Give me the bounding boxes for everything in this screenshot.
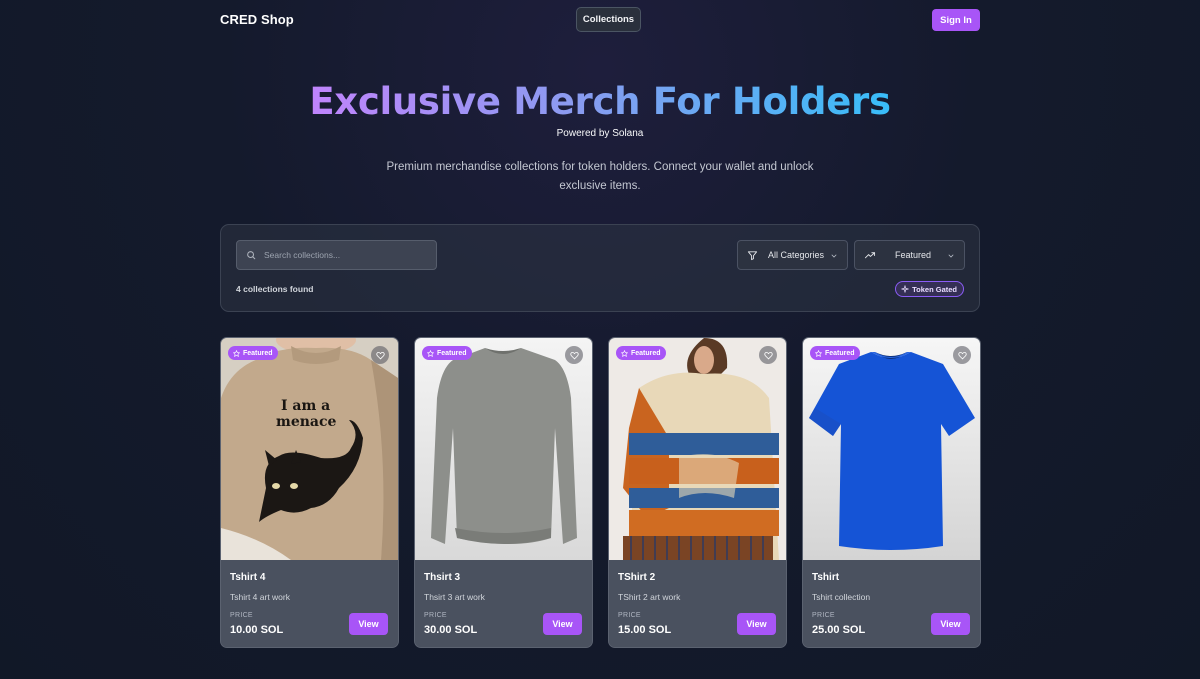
price-value: 10.00 SOL — [230, 624, 284, 636]
category-select[interactable]: All Categories — [737, 240, 848, 270]
results-count: 4 collections found — [236, 284, 314, 294]
price-label: PRICE — [424, 612, 447, 619]
view-button[interactable]: View — [931, 613, 970, 635]
collection-card[interactable]: Featured Thsirt 3 Thsirt 3 art work PRIC… — [414, 337, 593, 648]
chevron-down-icon — [831, 254, 837, 258]
collection-card[interactable]: I am a menace Featured Tshirt 4 Tshirt 4… — [220, 337, 399, 648]
sparkle-icon — [901, 285, 909, 293]
category-select-value: All Categories — [768, 250, 825, 260]
top-nav: CRED Shop Collections Sign In — [220, 0, 980, 40]
heart-icon — [569, 351, 579, 359]
card-body: Thsirt 3 Thsirt 3 art work PRICE 30.00 S… — [415, 560, 592, 647]
trending-up-icon — [864, 252, 876, 259]
collection-card[interactable]: Featured TShirt 2 TShirt 2 art work PRIC… — [608, 337, 787, 648]
card-description: TShirt 2 art work — [618, 592, 681, 602]
hero-title: Exclusive Merch For Holders — [309, 80, 891, 123]
favorite-button[interactable] — [953, 346, 971, 364]
sweater-print-text: I am a menace — [276, 398, 336, 430]
sort-select[interactable]: Featured — [854, 240, 965, 270]
favorite-button[interactable] — [371, 346, 389, 364]
product-image[interactable]: Featured — [415, 338, 592, 560]
filter-icon — [747, 251, 758, 261]
featured-badge: Featured — [616, 346, 666, 360]
heart-icon — [957, 351, 967, 359]
svg-text:I am a: I am a — [281, 398, 330, 414]
product-image[interactable]: Featured — [803, 338, 980, 560]
search-input[interactable] — [264, 250, 424, 260]
hero-subtitle: Powered by Solana — [556, 128, 644, 139]
sort-select-value: Featured — [895, 250, 932, 260]
card-title: Thsirt 3 — [424, 572, 461, 583]
featured-badge: Featured — [810, 346, 860, 360]
card-body: Tshirt Tshirt collection PRICE 25.00 SOL… — [803, 560, 980, 647]
price-label: PRICE — [230, 612, 253, 619]
price-label: PRICE — [618, 612, 641, 619]
token-gated-label: Token Gated — [912, 284, 957, 294]
card-body: Tshirt 4 Tshirt 4 art work PRICE 10.00 S… — [221, 560, 398, 647]
card-body: TShirt 2 TShirt 2 art work PRICE 15.00 S… — [609, 560, 786, 647]
collection-card[interactable]: Featured Tshirt Tshirt collection PRICE … — [802, 337, 981, 648]
favorite-button[interactable] — [759, 346, 777, 364]
price-value: 25.00 SOL — [812, 624, 866, 636]
brand-logo[interactable]: CRED Shop — [220, 12, 294, 27]
price-value: 15.00 SOL — [618, 624, 672, 636]
svg-text:menace: menace — [276, 414, 336, 430]
card-title: TShirt 2 — [618, 572, 656, 583]
featured-badge: Featured — [228, 346, 278, 360]
chevron-down-icon — [948, 254, 954, 258]
card-title: Tshirt — [812, 572, 840, 583]
search-icon — [247, 251, 256, 260]
view-button[interactable]: View — [349, 613, 388, 635]
view-button[interactable]: View — [543, 613, 582, 635]
heart-icon — [763, 351, 773, 359]
card-title: Tshirt 4 — [230, 572, 266, 583]
product-image[interactable]: Featured — [609, 338, 786, 560]
hero-description: Premium merchandise collections for toke… — [386, 161, 814, 192]
price-value: 30.00 SOL — [424, 624, 478, 636]
filter-panel: All Categories Featured 4 collections fo… — [220, 224, 980, 312]
card-description: Tshirt collection — [812, 592, 871, 602]
sign-in-button[interactable]: Sign In — [932, 9, 980, 31]
grey-sweater-image — [415, 338, 592, 560]
star-icon — [815, 349, 822, 357]
favorite-button[interactable] — [565, 346, 583, 364]
star-icon — [621, 349, 628, 357]
product-image[interactable]: I am a menace Featured — [221, 338, 398, 560]
view-button[interactable]: View — [737, 613, 776, 635]
cat-sweater-image: I am a menace — [221, 338, 398, 560]
card-description: Tshirt 4 art work — [230, 592, 290, 602]
search-box[interactable] — [236, 240, 437, 270]
star-icon — [427, 349, 434, 357]
star-icon — [233, 349, 240, 357]
collections-nav-button[interactable]: Collections — [576, 7, 641, 32]
card-description: Thsirt 3 art work — [424, 592, 485, 602]
blue-tshirt-image — [803, 338, 980, 560]
striped-sweater-image — [609, 338, 786, 560]
heart-icon — [375, 351, 385, 359]
price-label: PRICE — [812, 612, 835, 619]
token-gated-badge[interactable]: Token Gated — [895, 281, 964, 297]
featured-badge: Featured — [422, 346, 472, 360]
